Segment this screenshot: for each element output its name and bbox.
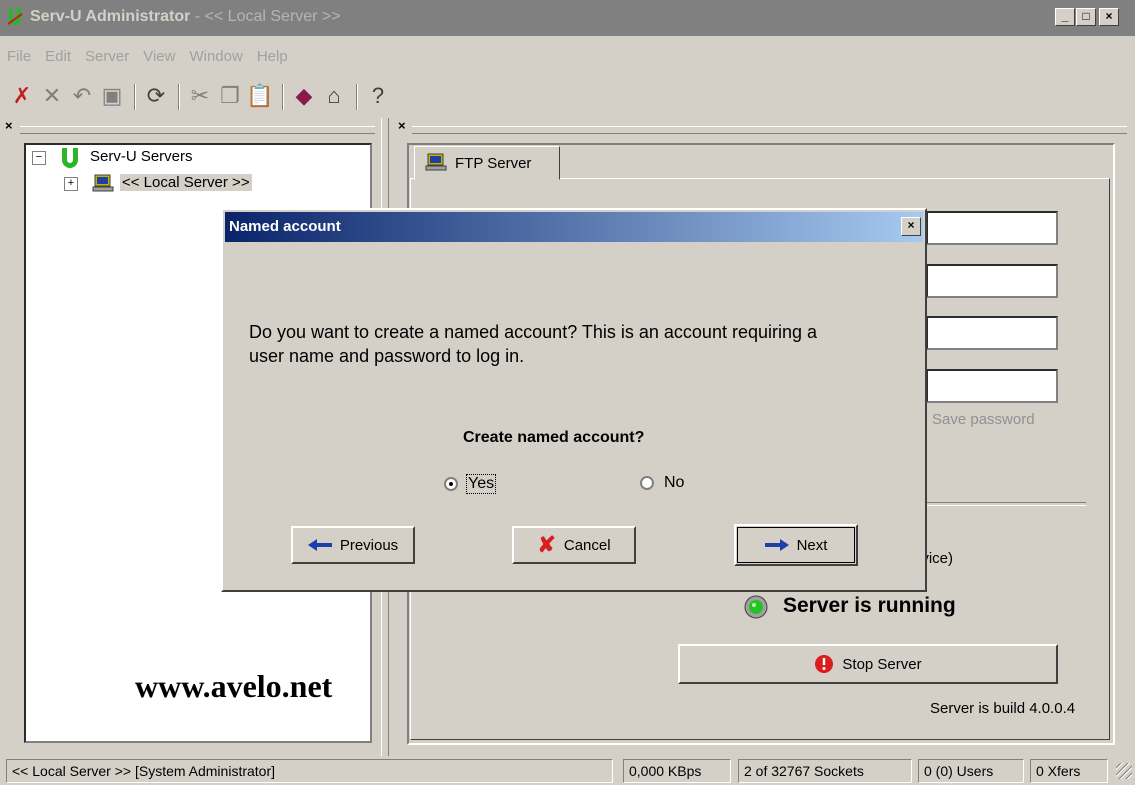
copy-icon[interactable]: ❐ [216,82,244,110]
serv-u-app-icon [7,8,23,25]
home-icon[interactable]: ⌂ [320,82,348,110]
divider [920,502,1086,506]
undo-icon[interactable]: ↶ [68,82,96,110]
menu-window[interactable]: Window [182,48,249,65]
close-pane-icon[interactable]: × [5,118,13,133]
toolbar-separator [178,84,180,110]
arrow-right-icon [764,539,789,551]
toolbar-separator [134,84,136,110]
next-label: Next [796,536,828,554]
window-title: Serv-U Administrator - << Local Server >… [30,8,341,25]
computer-icon [92,173,114,193]
radio-yes-indicator[interactable] [444,477,458,491]
menu-server[interactable]: Server [78,48,136,65]
cancel-button[interactable]: ✘ Cancel [512,526,636,564]
save-password-label[interactable]: Save password [932,411,1035,428]
status-sockets: 2 of 32767 Sockets [738,759,912,783]
menu-file[interactable]: File [0,48,38,65]
radio-no[interactable]: No [640,474,684,492]
status-bar: << Local Server >> [System Administrator… [0,757,1135,785]
dialog-close-button[interactable]: × [901,217,921,236]
title-bar[interactable]: Serv-U Administrator - << Local Server >… [0,0,1135,36]
expand-icon[interactable]: + [64,177,78,191]
computer-icon [425,152,447,172]
previous-label: Previous [339,536,399,554]
help-icon[interactable]: ? [364,82,392,110]
text-field[interactable] [926,211,1058,245]
stop-server-button[interactable]: Stop Server [678,644,1058,684]
cancel-x-icon: ✘ [537,532,556,557]
menu-bar: File Edit Server View Window Help [0,48,295,74]
radio-no-indicator[interactable] [640,476,654,490]
menu-edit[interactable]: Edit [38,48,78,65]
running-indicator-icon [743,594,769,620]
status-users: 0 (0) Users [918,759,1024,783]
book-icon[interactable]: ◆ [290,82,318,110]
minimize-button[interactable]: _ [1055,8,1075,26]
cut-icon[interactable]: ✂ [186,82,214,110]
menu-help[interactable]: Help [250,48,295,65]
next-button[interactable]: Next [734,524,858,566]
cut-red-x-icon[interactable]: ✗ [8,82,36,110]
refresh-icon[interactable]: ⟳ [142,82,170,110]
close-button[interactable]: × [1099,8,1119,26]
menu-view[interactable]: View [136,48,182,65]
status-server: << Local Server >> [System Administrator… [6,759,613,783]
pane-grip [20,126,375,134]
status-speed: 0,000 KBps [623,759,731,783]
dialog-title: Named account [229,218,341,235]
dialog-message: Do you want to create a named account? T… [249,322,818,366]
close-pane-icon[interactable]: × [398,118,406,133]
delete-icon[interactable]: ✕ [38,82,66,110]
toolbar-separator [356,84,358,110]
serv-u-icon [60,147,80,169]
maximize-button[interactable]: □ [1076,8,1096,26]
tree-root-label[interactable]: Serv-U Servers [90,148,193,165]
radio-yes-label: Yes [466,474,497,494]
text-field[interactable] [926,316,1058,350]
text-field[interactable] [926,264,1058,298]
cancel-label: Cancel [563,536,611,554]
tab-label: FTP Server [455,155,532,172]
named-account-dialog: Named account × Do you want to create a … [221,208,927,592]
stop-icon [815,655,834,673]
dialog-title-bar[interactable]: Named account × [225,212,923,242]
previous-button[interactable]: Previous [291,526,415,564]
save-icon[interactable]: ▣ [98,82,126,110]
stop-server-label: Stop Server [842,655,922,673]
status-xfers: 0 Xfers [1030,759,1108,783]
tree-local-server[interactable]: << Local Server >> [120,174,252,191]
paste-icon[interactable]: 📋 [246,82,274,110]
dialog-question: Create named account? [463,429,645,446]
build-info: Server is build 4.0.0.4 [930,700,1076,717]
collapse-icon[interactable]: − [32,151,46,165]
arrow-left-icon [307,539,332,551]
toolbar-separator [282,84,284,110]
toolbar: ✗ ✕ ↶ ▣ ⟳ ✂ ❐ 📋 ◆ ⌂ ? [8,82,508,114]
tab-ftp-server[interactable]: FTP Server [414,146,560,180]
server-status: Server is running [783,594,956,617]
watermark: www.avelo.net [135,668,333,704]
pane-grip [412,126,1127,134]
resize-grip-icon[interactable] [1116,763,1132,779]
radio-yes[interactable]: Yes [444,474,497,494]
text-field[interactable] [926,369,1058,403]
radio-no-label: No [664,474,685,491]
